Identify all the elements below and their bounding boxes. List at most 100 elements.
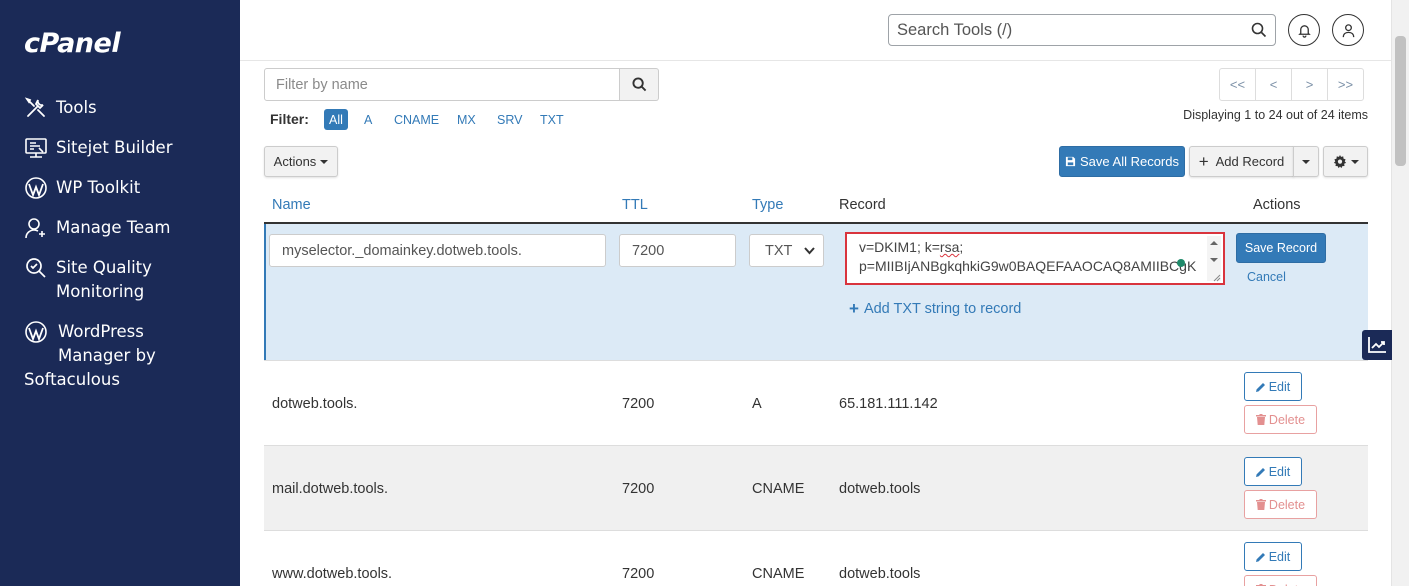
actions-label: Actions: [273, 154, 317, 169]
column-header-ttl[interactable]: TTL: [622, 197, 648, 213]
sidebar-item-tools[interactable]: Tools: [24, 96, 97, 120]
sidebar-item-label: Sitejet Builder: [56, 138, 173, 157]
record-type: CNAME: [752, 481, 805, 497]
txt-record-text: ;: [959, 239, 964, 255]
search-tools-input[interactable]: [889, 15, 1229, 45]
record-type-select[interactable]: TXT: [749, 234, 824, 267]
add-record-label: Add Record: [1215, 154, 1285, 169]
add-record-dropdown[interactable]: [1293, 146, 1319, 177]
delete-button[interactable]: Delete: [1244, 575, 1317, 586]
filter-box: [264, 68, 659, 101]
edit-button[interactable]: Edit: [1244, 457, 1302, 486]
prev-page-button[interactable]: <: [1255, 68, 1292, 101]
column-header-type[interactable]: Type: [752, 197, 783, 213]
add-record-button[interactable]: + Add Record: [1189, 146, 1294, 177]
plus-icon: +: [849, 299, 859, 318]
caret-down-icon: [1350, 159, 1359, 164]
sidebar-item-site-quality[interactable]: Site Quality Monitoring: [24, 256, 152, 304]
filter-type-all[interactable]: All: [324, 109, 348, 130]
edit-label: Edit: [1268, 549, 1291, 564]
save-icon: [1065, 156, 1076, 167]
record-name: mail.dotweb.tools.: [272, 481, 389, 497]
user-menu-button[interactable]: [1332, 14, 1364, 46]
actions-dropdown[interactable]: Actions: [264, 146, 338, 177]
next-page-button[interactable]: >: [1291, 68, 1328, 101]
wordpress-icon: [24, 320, 48, 344]
cancel-link[interactable]: Cancel: [1247, 270, 1286, 284]
resize-handle-icon[interactable]: [1213, 274, 1221, 282]
search-icon[interactable]: [1251, 22, 1267, 38]
stats-button[interactable]: [1362, 330, 1392, 360]
record-value: dotweb.tools: [839, 481, 921, 497]
add-txt-string-link[interactable]: + Add TXT string to record: [849, 299, 1022, 318]
filter-type-a[interactable]: A: [359, 109, 377, 130]
save-record-button[interactable]: Save Record: [1236, 233, 1326, 263]
sidebar-item-label-group: WordPress Manager by Softaculous: [24, 320, 156, 392]
search-tools-box: [888, 14, 1276, 46]
last-page-button[interactable]: >>: [1327, 68, 1364, 101]
sidebar-item-label-group: Site Quality Monitoring: [56, 256, 152, 304]
record-type: CNAME: [752, 566, 805, 582]
tools-icon: [24, 96, 48, 120]
record-value: dotweb.tools: [839, 566, 921, 582]
column-header-name[interactable]: Name: [272, 197, 311, 213]
notifications-button[interactable]: [1288, 14, 1320, 46]
pencil-icon: [1255, 467, 1265, 477]
record-ttl-input[interactable]: [619, 234, 736, 267]
filter-type-srv[interactable]: SRV: [492, 109, 527, 130]
scrollbar-thumb[interactable]: [1395, 36, 1406, 166]
user-plus-icon: [24, 216, 48, 240]
add-txt-label: Add TXT string to record: [863, 301, 1022, 317]
record-name: dotweb.tools.: [272, 396, 358, 412]
user-icon: [1342, 23, 1354, 37]
filter-label: Filter:: [270, 111, 309, 127]
delete-label: Delete: [1269, 583, 1305, 586]
text-cursor-indicator: [1177, 259, 1185, 267]
plus-icon: +: [1198, 151, 1209, 171]
record-name-input[interactable]: [269, 234, 606, 267]
txt-record-textarea[interactable]: v=DKIM1; k=rsa; p=MIIBIjANBgkqhkiG9w0BAQ…: [845, 232, 1225, 285]
page-scrollbar[interactable]: [1391, 0, 1409, 586]
filter-type-txt[interactable]: TXT: [535, 109, 569, 130]
trash-icon: [1255, 414, 1266, 425]
table-row: www.dotweb.tools. 7200 CNAME dotweb.tool…: [264, 530, 1368, 586]
displaying-count: Displaying 1 to 24 out of 24 items: [1183, 108, 1368, 122]
record-ttl: 7200: [622, 481, 655, 497]
edit-button[interactable]: Edit: [1244, 372, 1302, 401]
sidebar-item-wp-toolkit[interactable]: WP Toolkit: [24, 176, 140, 200]
caret-down-icon: [320, 159, 329, 164]
site-quality-icon: [24, 256, 48, 280]
scroll-down-icon: [1210, 258, 1218, 262]
txt-record-line: p=MIIBIjANBgkqhkiG9w0BAQEFAAOCAQ8AMIIBCg…: [859, 258, 1197, 274]
sitejet-icon: [24, 136, 48, 160]
sidebar-item-manage-team[interactable]: Manage Team: [24, 216, 170, 240]
column-header-actions: Actions: [1253, 197, 1301, 213]
txt-record-text: v=DKIM1; k=: [859, 239, 940, 255]
settings-dropdown[interactable]: [1323, 146, 1368, 177]
delete-button[interactable]: Delete: [1244, 405, 1317, 434]
sidebar: cPanel Tools Sitejet Builder WP Toolkit …: [0, 0, 240, 586]
trending-chart-icon: [1368, 337, 1386, 353]
sidebar-item-label: WP Toolkit: [56, 178, 141, 197]
cpanel-logo[interactable]: cPanel: [24, 28, 121, 59]
record-type: A: [752, 396, 762, 412]
record-ttl: 7200: [622, 566, 655, 582]
save-all-records-button[interactable]: Save All Records: [1059, 146, 1185, 177]
filter-by-name-input[interactable]: [264, 68, 620, 101]
sidebar-item-label: Site Quality: [56, 258, 152, 277]
search-icon: [631, 77, 646, 92]
sidebar-item-sitejet[interactable]: Sitejet Builder: [24, 136, 172, 160]
first-page-button[interactable]: <<: [1219, 68, 1256, 101]
filter-search-button[interactable]: [620, 68, 659, 101]
txt-record-line: v=DKIM1; k=rsa;: [859, 238, 1223, 257]
filter-type-cname[interactable]: CNAME: [389, 109, 444, 130]
filter-type-mx[interactable]: MX: [452, 109, 481, 130]
edit-button[interactable]: Edit: [1244, 542, 1302, 571]
pagination: << < > >>: [1219, 68, 1364, 101]
sidebar-item-wordpress-manager[interactable]: WordPress Manager by Softaculous: [24, 320, 156, 392]
topbar: [240, 0, 1391, 61]
delete-label: Delete: [1268, 497, 1306, 512]
delete-button[interactable]: Delete: [1244, 490, 1317, 519]
record-ttl: 7200: [622, 396, 655, 412]
trash-icon: [1255, 499, 1266, 510]
